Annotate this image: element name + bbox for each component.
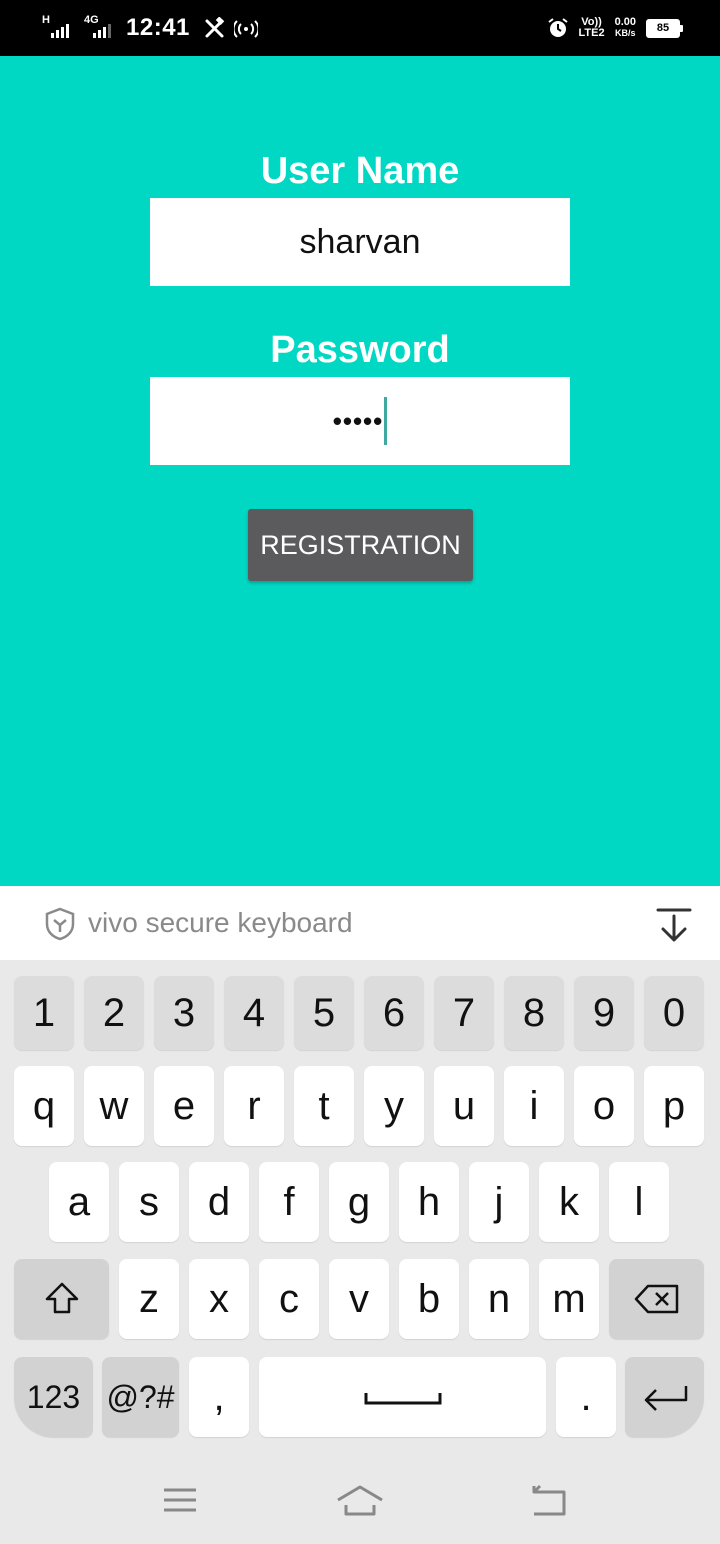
number-key[interactable]: 3: [154, 976, 214, 1050]
letter-key[interactable]: x: [189, 1259, 249, 1339]
space-icon: [364, 1393, 441, 1405]
signal-icon: H: [42, 15, 76, 41]
number-key[interactable]: 9: [574, 976, 634, 1050]
volte-indicator: Vo)) LTE2: [579, 17, 605, 39]
shield-icon: [45, 907, 75, 941]
username-field[interactable]: sharvan: [150, 198, 570, 286]
letter-key[interactable]: l: [609, 1162, 669, 1242]
number-key[interactable]: 6: [364, 976, 424, 1050]
status-bar: H 4G 12:41 Vo)) LTE2 0.00 KB/s 85: [0, 0, 720, 56]
letter-key[interactable]: z: [119, 1259, 179, 1339]
tools-icon: [205, 17, 225, 38]
letter-key[interactable]: m: [539, 1259, 599, 1339]
status-right: Vo)) LTE2 0.00 KB/s 85: [547, 0, 683, 56]
letter-key[interactable]: c: [259, 1259, 319, 1339]
registration-button[interactable]: REGISTRATION: [248, 509, 473, 581]
speed-unit: KB/s: [615, 28, 636, 38]
shift-icon: [45, 1282, 78, 1314]
letter-key[interactable]: s: [119, 1162, 179, 1242]
username-label: User Name: [260, 150, 460, 192]
letter-key[interactable]: q: [14, 1066, 74, 1146]
period-key[interactable]: .: [556, 1357, 616, 1437]
password-label: Password: [270, 329, 450, 371]
keyboard-title: vivo secure keyboard: [88, 907, 353, 938]
keyboard-header: vivo secure keyboard: [0, 886, 720, 960]
space-key[interactable]: [259, 1357, 546, 1437]
backspace-icon: [634, 1284, 678, 1314]
navigation-bar: [0, 1456, 720, 1544]
letter-key[interactable]: a: [49, 1162, 109, 1242]
backspace-key[interactable]: [609, 1259, 704, 1339]
signal-icon: 4G: [84, 15, 118, 41]
letter-key[interactable]: p: [644, 1066, 704, 1146]
collapse-keyboard-icon[interactable]: [654, 906, 694, 946]
number-key[interactable]: 2: [84, 976, 144, 1050]
comma-key[interactable]: ,: [189, 1357, 249, 1437]
letter-key[interactable]: o: [574, 1066, 634, 1146]
menu-icon[interactable]: [158, 1478, 202, 1522]
home-icon[interactable]: [336, 1478, 384, 1522]
letter-key[interactable]: w: [84, 1066, 144, 1146]
letter-key[interactable]: j: [469, 1162, 529, 1242]
username-value: sharvan: [299, 222, 421, 261]
number-key[interactable]: 7: [434, 976, 494, 1050]
number-key[interactable]: 0: [644, 976, 704, 1050]
password-value: •••••: [332, 405, 384, 436]
clock: 12:41: [126, 14, 190, 41]
letter-key[interactable]: k: [539, 1162, 599, 1242]
lte-label: LTE2: [578, 27, 605, 39]
back-icon[interactable]: [526, 1478, 570, 1522]
letter-key[interactable]: g: [329, 1162, 389, 1242]
hotspot-icon: [233, 20, 258, 38]
number-key[interactable]: 5: [294, 976, 354, 1050]
network-type-label: H: [42, 14, 50, 26]
enter-key[interactable]: [625, 1357, 704, 1437]
letter-key[interactable]: i: [504, 1066, 564, 1146]
status-left: H 4G 12:41: [42, 0, 258, 56]
numbers-mode-key[interactable]: 123: [14, 1357, 93, 1437]
letter-key[interactable]: f: [259, 1162, 319, 1242]
battery-icon: 85: [646, 18, 683, 38]
letter-key[interactable]: y: [364, 1066, 424, 1146]
text-cursor: [384, 397, 388, 445]
letter-key[interactable]: v: [329, 1259, 389, 1339]
number-key[interactable]: 4: [224, 976, 284, 1050]
letter-key[interactable]: h: [399, 1162, 459, 1242]
shift-key[interactable]: [14, 1259, 109, 1339]
letter-key[interactable]: n: [469, 1259, 529, 1339]
symbols-mode-key[interactable]: @?#: [102, 1357, 179, 1437]
number-key[interactable]: 8: [504, 976, 564, 1050]
battery-level: 85: [656, 22, 670, 34]
enter-icon: [644, 1386, 687, 1411]
network-type-label: 4G: [84, 14, 99, 26]
password-field[interactable]: •••••: [150, 377, 570, 465]
number-key[interactable]: 1: [14, 976, 74, 1050]
letter-key[interactable]: u: [434, 1066, 494, 1146]
letter-key[interactable]: t: [294, 1066, 354, 1146]
alarm-icon: [547, 18, 568, 37]
speed-value: 0.00: [614, 16, 636, 28]
letter-key[interactable]: d: [189, 1162, 249, 1242]
keyboard: 1234567890 qwertyuiop asdfghjkl zxcvbnm …: [0, 960, 720, 1456]
network-speed: 0.00 KB/s: [615, 17, 636, 39]
letter-key[interactable]: e: [154, 1066, 214, 1146]
letter-key[interactable]: b: [399, 1259, 459, 1339]
letter-key[interactable]: r: [224, 1066, 284, 1146]
